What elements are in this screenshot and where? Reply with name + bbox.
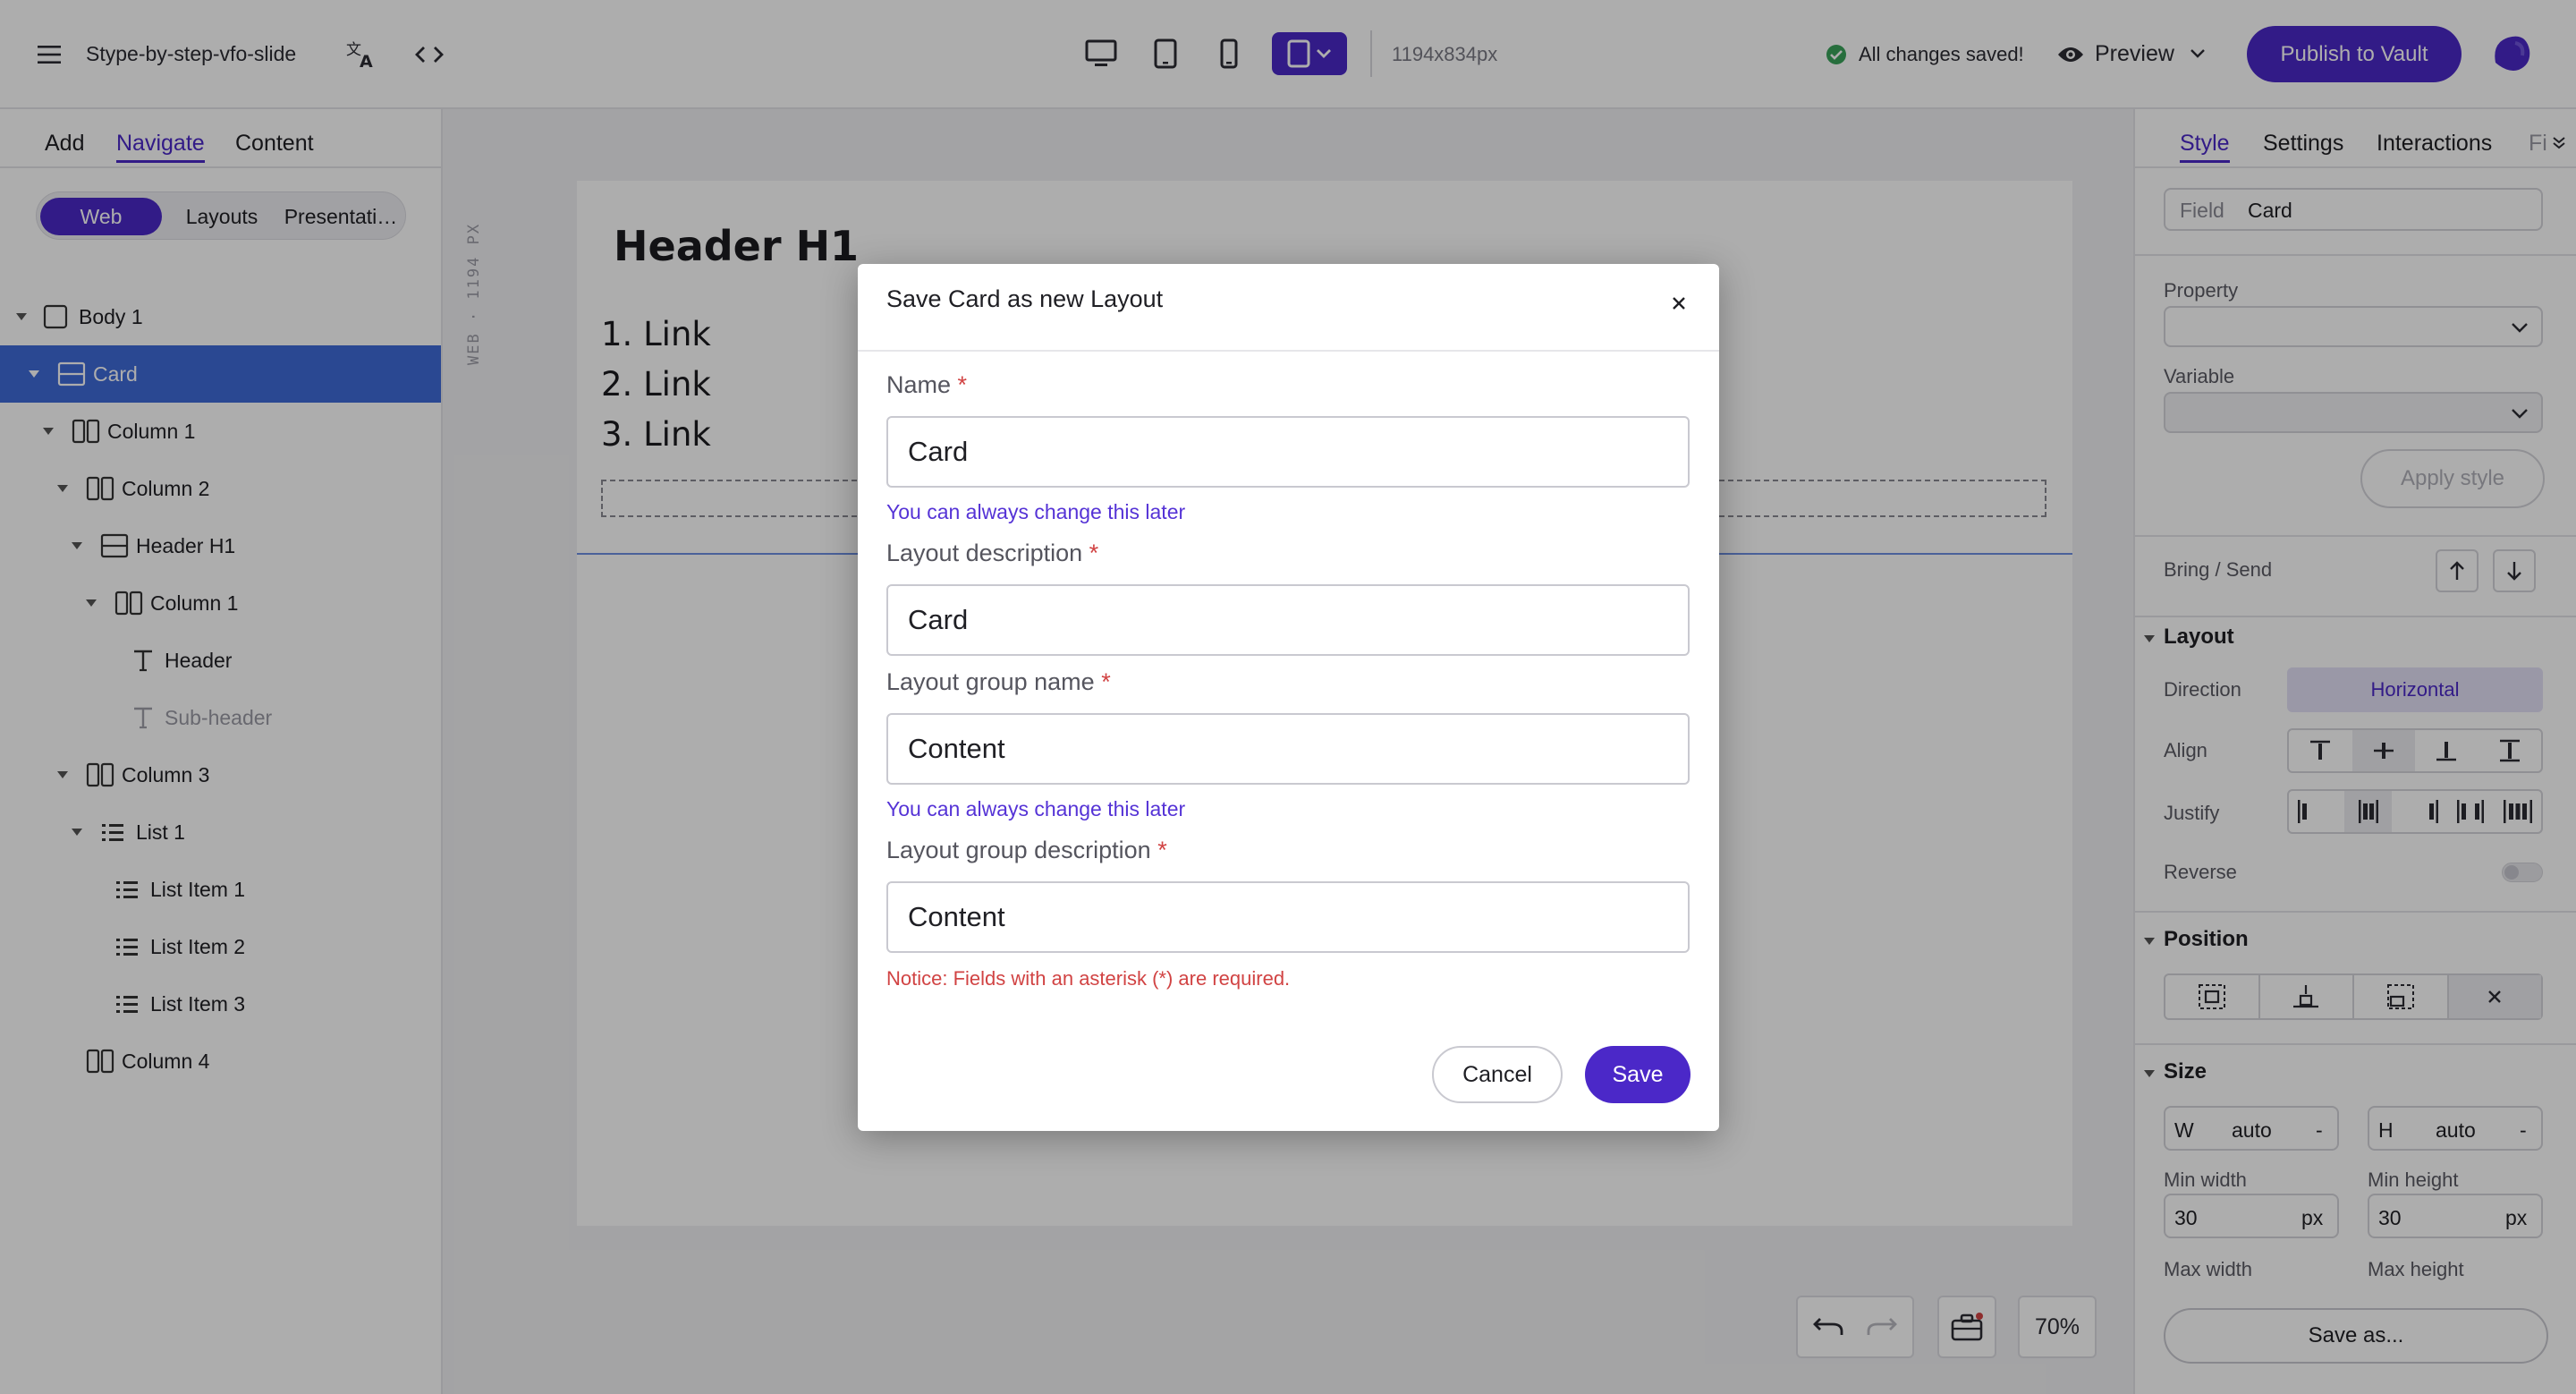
dialog-title: Save Card as new Layout bbox=[886, 285, 1164, 312]
required-asterisk: * bbox=[1089, 540, 1099, 566]
name-field-label: Name * bbox=[886, 371, 967, 399]
layout-description-input[interactable] bbox=[886, 584, 1690, 656]
name-field-label-text: Name bbox=[886, 371, 952, 398]
layout-group-description-input[interactable] bbox=[886, 881, 1690, 953]
group-name-hint: You can always change this later bbox=[886, 797, 1186, 820]
layout-group-name-label-text: Layout group name bbox=[886, 668, 1095, 695]
save-button[interactable]: Save bbox=[1585, 1046, 1690, 1103]
layout-group-description-label-text: Layout group description bbox=[886, 837, 1151, 863]
layout-group-name-label: Layout group name * bbox=[886, 668, 1111, 696]
dialog-header-divider bbox=[858, 350, 1719, 352]
cancel-button[interactable]: Cancel bbox=[1432, 1046, 1563, 1103]
name-input[interactable] bbox=[886, 416, 1690, 488]
required-fields-notice: Notice: Fields with an asterisk (*) are … bbox=[886, 967, 1291, 990]
required-asterisk: * bbox=[1101, 668, 1111, 695]
required-asterisk: * bbox=[1157, 837, 1167, 863]
layout-description-label-text: Layout description bbox=[886, 540, 1083, 566]
layout-group-description-label: Layout group description * bbox=[886, 837, 1167, 864]
layout-group-name-input[interactable] bbox=[886, 713, 1690, 785]
editor-app: Stype-by-step-vfo-slide 文A 1194x834px Al… bbox=[0, 0, 2576, 1394]
layout-description-label: Layout description * bbox=[886, 540, 1098, 567]
save-layout-dialog: Save Card as new Layout Name * You can a… bbox=[858, 264, 1719, 1131]
required-asterisk: * bbox=[957, 371, 968, 398]
close-icon[interactable] bbox=[1670, 294, 1688, 312]
name-hint: You can always change this later bbox=[886, 500, 1186, 523]
